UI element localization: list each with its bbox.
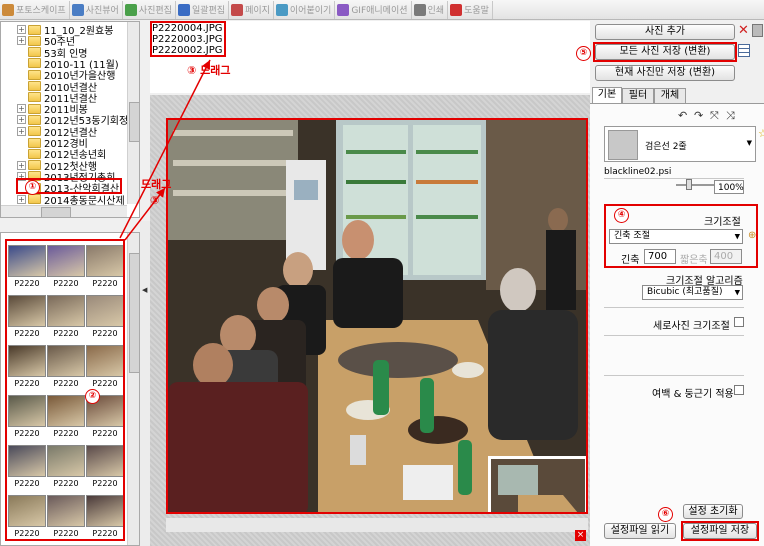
- rotate-right-icon[interactable]: ↷: [694, 109, 703, 122]
- annotation-5: ⑤: [576, 46, 591, 61]
- resize-mode-select[interactable]: 긴축 조절 ▼: [609, 229, 743, 244]
- tab-filter[interactable]: 필터: [622, 88, 654, 103]
- highlight-save-settings: [681, 521, 759, 541]
- lock-icon[interactable]: ⊕: [748, 230, 756, 241]
- add-photo-button[interactable]: 사진 추가: [595, 24, 735, 40]
- annotation-4: ④: [614, 208, 629, 223]
- reset-rotate-icon[interactable]: ⤨: [726, 109, 735, 123]
- frame-name: 검은선 2줄: [645, 142, 687, 152]
- rotate-left-icon[interactable]: ↶: [678, 109, 687, 122]
- margin-round-checkbox[interactable]: [734, 385, 744, 395]
- zoom-slider-handle[interactable]: [686, 179, 692, 190]
- chevron-down-icon: ▼: [734, 232, 740, 240]
- resize-mode-value: 긴축 조절: [614, 231, 650, 241]
- zoom-slider-track[interactable]: [676, 184, 716, 186]
- resize-algorithm-value: Bicubic (최고품질): [647, 287, 723, 297]
- load-settings-button[interactable]: 설정파일 읽기: [604, 523, 676, 539]
- chevron-down-icon: ▼: [746, 139, 752, 147]
- tab-object[interactable]: 개체: [654, 88, 686, 103]
- settings-panel: 사진 추가 ✕ 모든 사진 저장 (변환) ⑤ 현재 사진만 저장 (변환) 기…: [576, 21, 764, 546]
- portrait-resize-checkbox[interactable]: [734, 317, 744, 327]
- save-current-photo-button[interactable]: 현재 사진만 저장 (변환): [595, 65, 735, 81]
- tab-basic[interactable]: 기본: [592, 87, 622, 103]
- star-icon[interactable]: ☆: [758, 127, 764, 140]
- list-icon[interactable]: [738, 44, 750, 57]
- long-axis-label: 긴축: [621, 255, 640, 266]
- frame-selector[interactable]: 검은선 2줄 ▼: [604, 126, 756, 162]
- frame-filename: blackline02.psi: [604, 167, 672, 177]
- resize-algorithm-select[interactable]: Bicubic (최고품질) ▼: [642, 285, 743, 300]
- divider: [604, 335, 744, 336]
- trash-icon[interactable]: [752, 24, 763, 37]
- long-axis-input[interactable]: 700: [644, 249, 676, 264]
- portrait-resize-label: 세로사진 크기조절: [653, 321, 730, 332]
- short-axis-label: 짧은축: [680, 255, 708, 266]
- delete-icon[interactable]: ✕: [738, 24, 750, 38]
- divider: [604, 375, 744, 376]
- short-axis-input[interactable]: 400: [710, 249, 742, 264]
- flip-icon[interactable]: ⤧: [710, 109, 719, 123]
- divider: [604, 178, 744, 179]
- chevron-down-icon: ▼: [734, 288, 740, 296]
- reset-settings-button[interactable]: 설정 초기화: [683, 504, 743, 519]
- highlight-save-all: [593, 42, 737, 62]
- zoom-value[interactable]: 100%: [714, 180, 744, 194]
- annotation-6: ⑥: [658, 507, 673, 522]
- divider: [604, 307, 744, 308]
- frame-preview: [608, 130, 638, 160]
- resize-title: 크기조절: [704, 217, 741, 228]
- margin-round-label: 여백 & 둥근기 적용: [652, 389, 734, 400]
